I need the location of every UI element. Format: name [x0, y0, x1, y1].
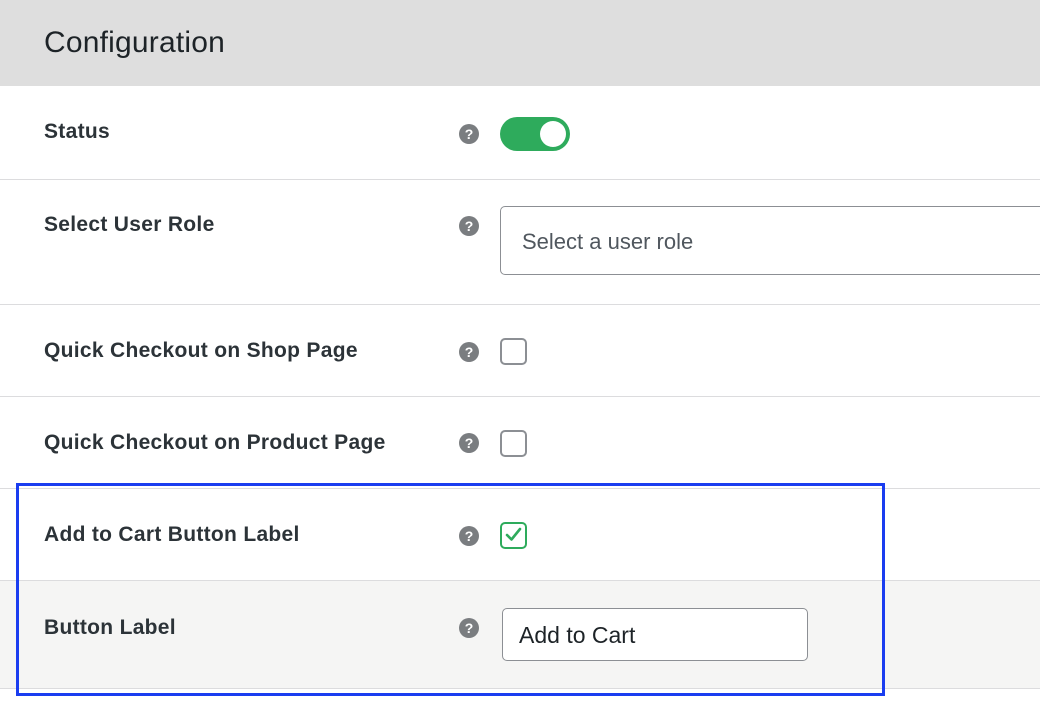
quick-checkout-shop-label: Quick Checkout on Shop Page: [44, 339, 358, 362]
add-to-cart-label-help-icon[interactable]: ?: [459, 526, 479, 546]
user-role-label: Select User Role: [44, 213, 215, 236]
row-quick-checkout-shop: Quick Checkout on Shop Page ?: [0, 305, 1040, 397]
checkmark-icon: [505, 527, 522, 541]
quick-checkout-product-help-icon[interactable]: ?: [459, 433, 479, 453]
quick-checkout-product-checkbox[interactable]: [500, 430, 527, 457]
configuration-header: Configuration: [0, 0, 1040, 86]
row-status: Status ?: [0, 86, 1040, 180]
status-help-icon[interactable]: ?: [459, 124, 479, 144]
button-label-input[interactable]: Add to Cart: [502, 608, 808, 661]
user-role-help-icon[interactable]: ?: [459, 216, 479, 236]
button-label-value: Add to Cart: [519, 622, 636, 648]
row-user-role: Select User Role ? Select a user role: [0, 180, 1040, 305]
page-title: Configuration: [44, 26, 226, 59]
status-label: Status: [44, 120, 110, 143]
button-label-help-icon[interactable]: ?: [459, 618, 479, 638]
row-quick-checkout-product: Quick Checkout on Product Page ?: [0, 397, 1040, 489]
add-to-cart-label-checkbox[interactable]: [500, 522, 527, 549]
user-role-placeholder: Select a user role: [522, 229, 694, 254]
quick-checkout-shop-help-icon[interactable]: ?: [459, 342, 479, 362]
row-button-label: Button Label ? Add to Cart: [0, 581, 1040, 689]
quick-checkout-product-label: Quick Checkout on Product Page: [44, 431, 386, 454]
add-to-cart-label-label: Add to Cart Button Label: [44, 523, 300, 546]
toggle-knob: [540, 121, 566, 147]
button-label-label: Button Label: [44, 616, 176, 639]
row-add-to-cart-label: Add to Cart Button Label ?: [0, 489, 1040, 581]
configuration-page: Configuration Status ? Select User Role …: [0, 0, 1040, 704]
user-role-select[interactable]: Select a user role: [500, 206, 1040, 275]
quick-checkout-shop-checkbox[interactable]: [500, 338, 527, 365]
status-toggle[interactable]: [500, 117, 570, 151]
